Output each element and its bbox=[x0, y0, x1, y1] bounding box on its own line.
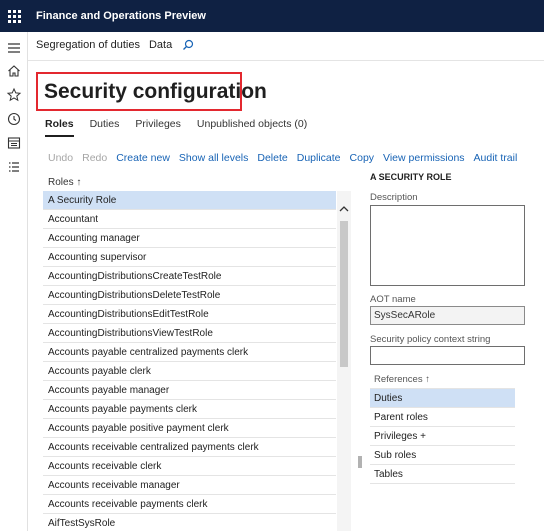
home-icon[interactable] bbox=[6, 63, 22, 79]
table-row[interactable]: Accounts payable payments clerk bbox=[43, 400, 336, 419]
action-toolbar: Undo Redo Create new Show all levels Del… bbox=[48, 152, 526, 164]
table-row[interactable]: AccountingDistributionsViewTestRole bbox=[43, 324, 336, 343]
role-detail-pane: A SECURITY ROLE Description AOT name Sys… bbox=[370, 172, 540, 365]
references-rows: Duties Parent roles Privileges + Sub roles T… bbox=[370, 389, 515, 484]
modules-list-icon[interactable] bbox=[6, 159, 22, 175]
table-row[interactable]: Accounts receivable payments clerk bbox=[43, 495, 336, 514]
table-row[interactable]: Accounting manager bbox=[43, 229, 336, 248]
description-field[interactable] bbox=[370, 205, 525, 286]
undo-button[interactable]: Undo bbox=[48, 152, 73, 164]
table-row[interactable]: Accountant bbox=[43, 210, 336, 229]
table-row[interactable]: AifTestSysRole bbox=[43, 514, 336, 531]
table-row[interactable]: Accounting supervisor bbox=[43, 248, 336, 267]
breadcrumb-divider bbox=[28, 60, 544, 61]
table-row[interactable]: Accounts receivable centralized payments… bbox=[43, 438, 336, 457]
aot-name-field: SysSecARole bbox=[370, 306, 525, 325]
list-item[interactable]: Privileges + bbox=[370, 427, 515, 446]
role-detail-title: A SECURITY ROLE bbox=[370, 172, 452, 182]
table-row[interactable]: AccountingDistributionsEditTestRole bbox=[43, 305, 336, 324]
hamburger-menu-icon[interactable] bbox=[6, 40, 22, 56]
roles-list: A Security Role Accountant Accounting mana… bbox=[43, 191, 336, 531]
app-launcher-button[interactable] bbox=[0, 0, 28, 32]
search-icon[interactable] bbox=[182, 39, 194, 51]
table-row[interactable]: Accounts payable manager bbox=[43, 381, 336, 400]
page-title: Security configuration bbox=[44, 80, 267, 103]
security-policy-input[interactable] bbox=[370, 346, 525, 365]
references-column-header[interactable]: References ↑ bbox=[370, 371, 515, 389]
redo-button[interactable]: Redo bbox=[82, 152, 107, 164]
list-item[interactable]: Duties bbox=[370, 389, 515, 408]
list-item[interactable]: Parent roles bbox=[370, 408, 515, 427]
breadcrumb-data[interactable]: Data bbox=[149, 39, 172, 51]
list-item[interactable]: Sub roles bbox=[370, 446, 515, 465]
breadcrumb-segregation-of-duties[interactable]: Segregation of duties bbox=[36, 39, 140, 51]
roles-scrollbar[interactable] bbox=[337, 191, 351, 531]
pane-splitter-icon[interactable] bbox=[357, 455, 363, 469]
left-nav-pane bbox=[0, 32, 28, 531]
table-row[interactable]: Accounts receivable clerk bbox=[43, 457, 336, 476]
description-label: Description bbox=[370, 192, 418, 203]
show-all-levels-button[interactable]: Show all levels bbox=[179, 152, 248, 164]
view-permissions-button[interactable]: View permissions bbox=[383, 152, 465, 164]
app-bar: Finance and Operations Preview bbox=[0, 0, 544, 32]
recent-clock-icon[interactable] bbox=[6, 111, 22, 127]
scrollbar-thumb[interactable] bbox=[340, 221, 348, 367]
copy-button[interactable]: Copy bbox=[350, 152, 375, 164]
page-title-highlight: Security configuration bbox=[36, 72, 267, 111]
tab-duties[interactable]: Duties bbox=[90, 118, 120, 134]
table-row[interactable]: Accounts payable clerk bbox=[43, 362, 336, 381]
tab-strip: Roles Duties Privileges Unpublished obje… bbox=[45, 118, 323, 137]
audit-trail-button[interactable]: Audit trail bbox=[474, 152, 518, 164]
references-list: References ↑ Duties Parent roles Privilege… bbox=[370, 371, 515, 484]
delete-button[interactable]: Delete bbox=[257, 152, 287, 164]
app-title: Finance and Operations Preview bbox=[36, 10, 206, 22]
favorites-star-icon[interactable] bbox=[6, 87, 22, 103]
table-row[interactable]: A Security Role bbox=[43, 191, 336, 210]
tab-privileges[interactable]: Privileges bbox=[135, 118, 181, 134]
chevron-up-icon[interactable] bbox=[337, 203, 351, 215]
table-row[interactable]: AccountingDistributionsDeleteTestRole bbox=[43, 286, 336, 305]
breadcrumb: Segregation of duties Data bbox=[36, 39, 194, 51]
tab-roles[interactable]: Roles bbox=[45, 118, 74, 137]
table-row[interactable]: Accounts receivable manager bbox=[43, 476, 336, 495]
duplicate-button[interactable]: Duplicate bbox=[297, 152, 341, 164]
tab-unpublished-objects[interactable]: Unpublished objects (0) bbox=[197, 118, 307, 134]
table-row[interactable]: AccountingDistributionsCreateTestRole bbox=[43, 267, 336, 286]
roles-column-header[interactable]: Roles ↑ bbox=[43, 173, 336, 191]
waffle-icon bbox=[7, 9, 21, 23]
create-new-button[interactable]: Create new bbox=[116, 152, 170, 164]
workspaces-icon[interactable] bbox=[6, 135, 22, 151]
list-item[interactable]: Tables bbox=[370, 465, 515, 484]
security-policy-label: Security policy context string bbox=[370, 334, 491, 345]
aot-name-label: AOT name bbox=[370, 294, 416, 305]
table-row[interactable]: Accounts payable positive payment clerk bbox=[43, 419, 336, 438]
table-row[interactable]: Accounts payable centralized payments cl… bbox=[43, 343, 336, 362]
